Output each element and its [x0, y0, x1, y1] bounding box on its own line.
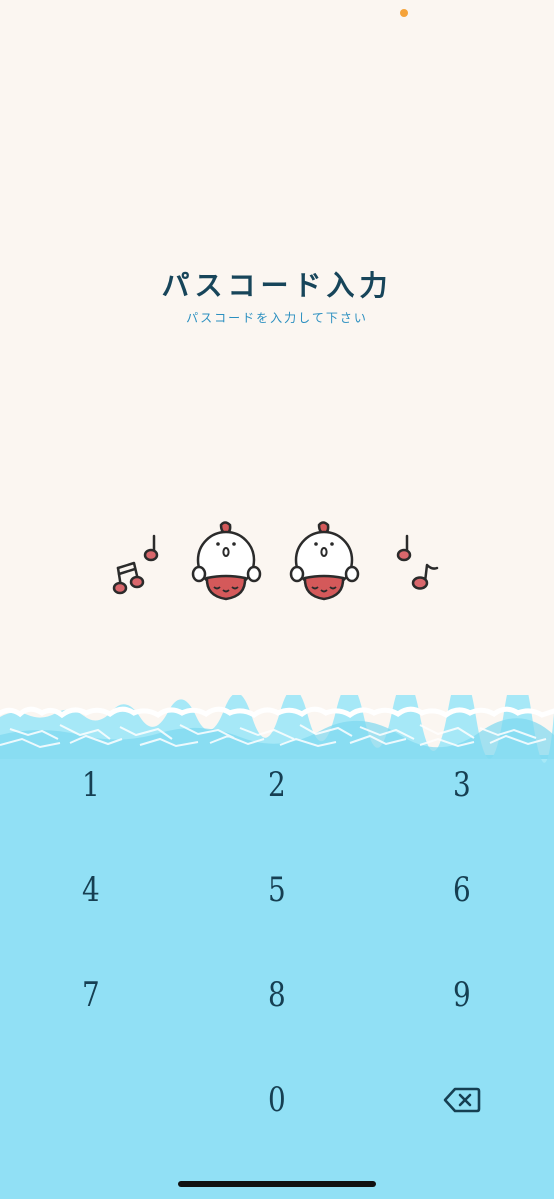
keypad-key-7[interactable]: 7: [31, 955, 151, 1035]
delete-button[interactable]: [402, 1060, 522, 1140]
music-note-icon: [396, 534, 412, 562]
music-note-icon: [143, 534, 159, 562]
keypad-key-9[interactable]: 9: [402, 955, 522, 1035]
music-note-icon: [112, 561, 145, 595]
keypad-key-6[interactable]: 6: [402, 850, 522, 930]
page-subtitle: パスコードを入力して下さい: [186, 311, 368, 325]
passcode-screen: パスコード入力 パスコードを入力して下さい 1 2 3 4 5 6 7 8 9 …: [0, 0, 554, 1199]
backspace-icon: [443, 1087, 481, 1113]
page-title: パスコード入力: [161, 269, 393, 302]
keypad-key-1[interactable]: 1: [31, 745, 151, 825]
keypad-key-0[interactable]: 0: [217, 1060, 337, 1140]
keypad-key-5[interactable]: 5: [217, 850, 337, 930]
passcode-dot-filled-2: [289, 521, 360, 601]
privacy-indicator-dot: [400, 9, 408, 17]
home-indicator[interactable]: [178, 1181, 376, 1187]
keypad-key-8[interactable]: 8: [217, 955, 337, 1035]
keypad-key-3[interactable]: 3: [402, 745, 522, 825]
music-note-icon: [411, 563, 439, 590]
passcode-indicator-row: [112, 521, 439, 601]
keypad-key-4[interactable]: 4: [31, 850, 151, 930]
keypad-key-2[interactable]: 2: [217, 745, 337, 825]
passcode-dot-filled-1: [191, 521, 262, 601]
